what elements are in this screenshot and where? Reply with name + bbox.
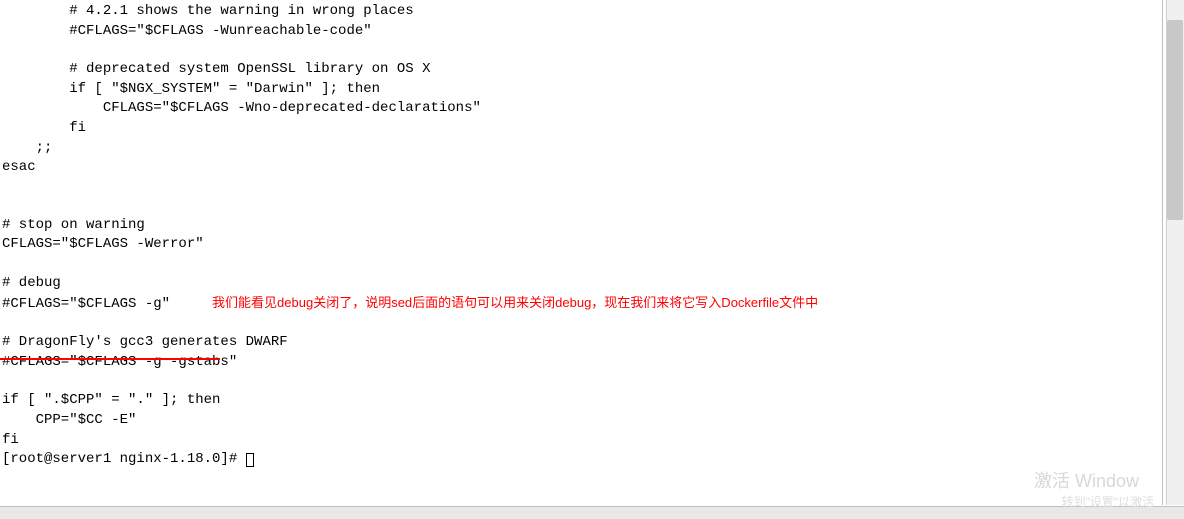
windows-activation-watermark: 激活 Window [1034, 469, 1139, 494]
code-line: CFLAGS="$CFLAGS -Wno-deprecated-declarat… [2, 99, 1160, 119]
red-underline-annotation [0, 358, 220, 360]
code-line: esac [2, 158, 1160, 178]
terminal-window: # 4.2.1 shows the warning in wrong place… [0, 0, 1163, 505]
code-line: # stop on warning [2, 216, 1160, 236]
code-line [2, 372, 1160, 391]
code-line: # debug [2, 274, 1160, 294]
code-line: # deprecated system OpenSSL library on O… [2, 60, 1160, 80]
code-line [2, 255, 1160, 274]
vertical-scrollbar-track[interactable] [1166, 0, 1184, 505]
code-line: if [ ".$CPP" = "." ]; then [2, 391, 1160, 411]
cursor-icon [246, 453, 254, 467]
shell-prompt-line[interactable]: [root@server1 nginx-1.18.0]# [2, 450, 1160, 470]
windows-activation-subtext: 转到"设置"以激活 [1061, 494, 1154, 511]
code-line [2, 178, 1160, 197]
code-line: CFLAGS="$CFLAGS -Werror" [2, 235, 1160, 255]
code-line: # 4.2.1 shows the warning in wrong place… [2, 2, 1160, 22]
annotation-text: 我们能看见debug关闭了，说明sed后面的语句可以用来关闭debug，现在我们… [212, 294, 818, 312]
code-line: ;; [2, 139, 1160, 159]
code-line: CPP="$CC -E" [2, 411, 1160, 431]
bottom-status-bar [0, 506, 1184, 519]
code-line: fi [2, 119, 1160, 139]
shell-prompt: [root@server1 nginx-1.18.0]# [2, 451, 246, 467]
code-line [2, 41, 1160, 60]
annotation-spacer [170, 295, 212, 315]
code-line-debug: #CFLAGS="$CFLAGS -g" [2, 295, 170, 315]
vertical-scrollbar-thumb[interactable] [1167, 20, 1183, 220]
code-line [2, 314, 1160, 333]
code-line [2, 197, 1160, 216]
code-line: # DragonFly's gcc3 generates DWARF [2, 333, 1160, 353]
code-line: #CFLAGS="$CFLAGS -g -gstabs" [2, 353, 1160, 373]
code-line: #CFLAGS="$CFLAGS -Wunreachable-code" [2, 22, 1160, 42]
code-line: if [ "$NGX_SYSTEM" = "Darwin" ]; then [2, 80, 1160, 100]
code-line: fi [2, 431, 1160, 451]
